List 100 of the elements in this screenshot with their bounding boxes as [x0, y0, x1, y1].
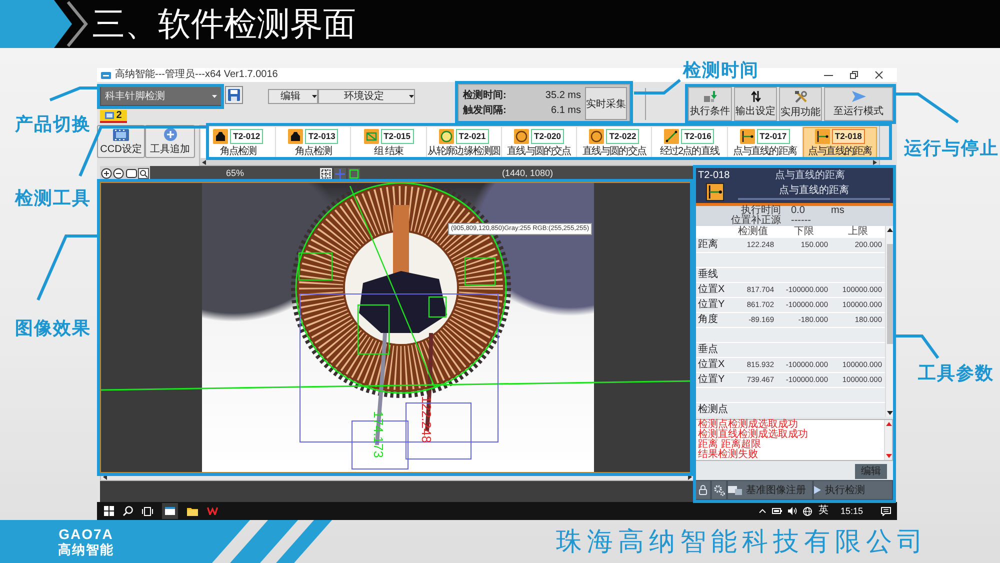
menu-button[interactable]: 环境设定 [318, 89, 415, 104]
scroll-down-icon[interactable] [886, 411, 892, 415]
line-point-icon [706, 183, 724, 201]
settings-button[interactable] [712, 481, 726, 499]
tool-card[interactable]: T2-018 点与直线的距离 [802, 127, 878, 158]
chevron-icon [0, 0, 88, 48]
zigzag-icon[interactable] [207, 507, 218, 515]
tool-title: 点与直线的距离 [774, 170, 846, 182]
info-value: 0.0 [791, 206, 806, 216]
clock[interactable]: 15:15 [840, 506, 863, 516]
input-method-indicator[interactable]: 英 [818, 505, 828, 517]
caret-icon [312, 95, 317, 98]
window-title: 高纳智能---管理员---x64 Ver1.7.0016 [115, 69, 278, 81]
scroll-right-icon[interactable] [873, 160, 877, 165]
minimize-icon[interactable] [824, 74, 833, 76]
section-label: 垂线 [697, 270, 719, 280]
mode-button[interactable]: 执行条件 [688, 87, 732, 121]
leader-line [896, 334, 940, 359]
callout-label: 检测时间 [683, 59, 759, 81]
fit-icon[interactable] [126, 168, 137, 179]
code-badge: T2-022 [606, 128, 640, 144]
leader-line [896, 92, 959, 124]
timing-label: 触发间隔: [463, 105, 506, 117]
tool-card[interactable]: T2-022 直线与圆的交点 [577, 127, 652, 158]
lock-button[interactable] [696, 481, 710, 499]
table-cell-text: 位置X [697, 360, 726, 370]
gear-icon [714, 484, 724, 496]
scroll-left-icon[interactable] [202, 160, 206, 165]
circle-icon [514, 128, 530, 144]
tool-card[interactable]: T2-020 直线与圆的交点 [502, 127, 578, 158]
blob-icon [213, 128, 228, 144]
magnifier-icon[interactable] [138, 168, 150, 179]
tool-card[interactable]: T2-012 角点检测 [201, 127, 276, 158]
table-cell-text: 位置Y [697, 300, 726, 310]
mode-button[interactable]: 输出设定 [734, 87, 777, 121]
code-badge: T2-021 [456, 128, 489, 144]
camera-tab[interactable]: 2 [100, 110, 127, 123]
line-point-icon [814, 128, 830, 144]
leader-line [634, 78, 681, 94]
up-down-arrows-icon [750, 91, 760, 102]
measurement-label: 122.248 [419, 396, 433, 443]
globe-icon[interactable] [803, 506, 812, 516]
chevron-up-icon[interactable] [759, 509, 766, 513]
zoom-out-icon[interactable] [113, 168, 124, 179]
battery-icon[interactable] [772, 508, 782, 514]
image-resolution: (1440, 1080) [500, 168, 554, 179]
line-icon [664, 128, 680, 144]
app-window-icon[interactable] [162, 503, 178, 519]
search-icon[interactable] [123, 506, 133, 516]
logo-name: 高纳智能 [58, 542, 114, 558]
message-icon[interactable] [881, 506, 891, 516]
scroll-up-icon[interactable] [886, 228, 892, 232]
mode-button[interactable]: 实用功能 [779, 87, 822, 121]
zoom-level: 65% [224, 168, 245, 179]
scrollbar-thumb[interactable] [886, 244, 892, 344]
table-cell-text: 距离 [697, 240, 719, 250]
table-cell-text: 角度 [697, 315, 719, 325]
tool-card[interactable]: T2-013 角点检测 [276, 127, 352, 158]
tool-card[interactable]: T2-016 经过2点的直线 [652, 127, 728, 158]
grid-icon[interactable] [320, 168, 332, 180]
setup-button[interactable]: 工具追加 [145, 125, 195, 158]
section-label: 垂点 [697, 345, 719, 355]
tool-code: T2-018 [698, 170, 730, 182]
restore-icon[interactable] [850, 71, 858, 79]
callout-label: 检测工具 [15, 187, 91, 209]
play-icon [814, 486, 821, 494]
close-icon[interactable] [875, 71, 883, 79]
info-value: ------ [791, 216, 812, 226]
mode-button[interactable]: 至运行模式 [824, 87, 893, 121]
timing-value: 35.2 ms [545, 90, 581, 102]
save-button[interactable] [225, 86, 243, 104]
play-icon [852, 91, 866, 102]
caret-icon [409, 95, 414, 98]
setup-button[interactable]: CCD设定 [97, 125, 145, 158]
code-badge: T2-020 [531, 128, 564, 144]
log-line: 检测直线检测成选取成功 [698, 430, 809, 440]
leader-line [36, 234, 97, 301]
table-cell-text: 位置X [697, 285, 726, 295]
speaker-icon[interactable] [788, 507, 798, 515]
square-icon[interactable] [348, 168, 360, 180]
folder-icon[interactable] [187, 506, 198, 516]
menu-button[interactable]: 编辑 [268, 89, 318, 104]
scroll-left-icon[interactable] [103, 474, 107, 480]
tool-card[interactable]: T2-017 点与直线的距离 [728, 127, 803, 158]
film-icon [113, 128, 129, 140]
zoom-in-icon[interactable] [100, 168, 112, 179]
capture-button[interactable]: 实时采集 [585, 87, 627, 120]
code-badge: T2-015 [380, 128, 414, 144]
task-view-icon[interactable] [142, 506, 153, 516]
product-select[interactable]: 科丰针脚检测 [100, 86, 222, 106]
vertical-scrollbar[interactable] [885, 226, 893, 417]
tool-card[interactable]: T2-015 组 结束 [351, 127, 427, 158]
tool-card[interactable]: T2-021 从轮廓边缘检测圆 [426, 127, 502, 158]
circle-icon [438, 128, 454, 144]
column-header: 上限 [847, 226, 869, 237]
column-header: 下限 [793, 226, 815, 237]
blob-icon [288, 128, 304, 144]
start-icon[interactable] [104, 506, 114, 516]
slide-title: 三、软件检测界面 [92, 4, 356, 44]
scroll-right-icon[interactable] [688, 474, 692, 480]
